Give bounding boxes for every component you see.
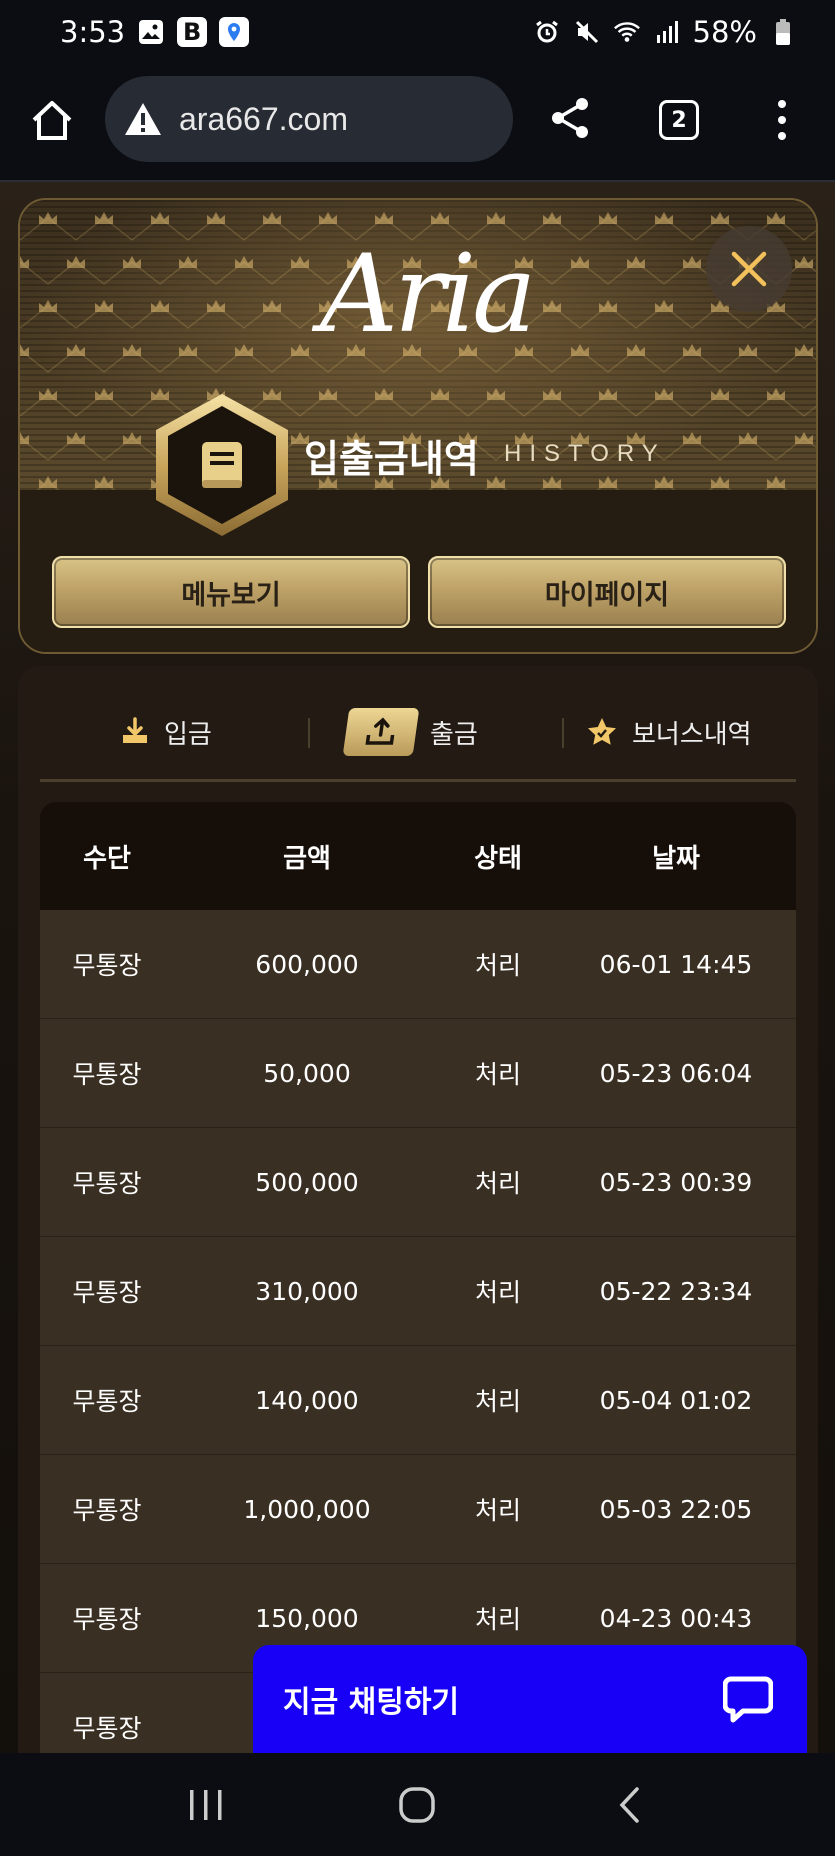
- app-b-icon: B: [177, 17, 208, 47]
- cell-amount: 600,000: [255, 949, 359, 979]
- cell-status: 처리: [474, 1060, 521, 1089]
- cell-status: 처리: [474, 1278, 521, 1307]
- cell-method: 무통장: [72, 1278, 142, 1307]
- cell-method: 무통장: [72, 1060, 142, 1089]
- table-row: 무통장 500,000 처리 05-23 00:39: [40, 1128, 796, 1237]
- tab-deposit-label: 입금: [164, 719, 212, 750]
- cell-date: 05-22 23:34: [599, 1276, 753, 1306]
- recent-apps-icon: [189, 1789, 222, 1820]
- close-button[interactable]: [706, 226, 792, 312]
- cell-status: 처리: [474, 1169, 521, 1198]
- history-tabs: 입금 출금 보너스내역: [40, 686, 796, 782]
- book-icon: [202, 442, 242, 488]
- cell-amount: 500,000: [255, 1167, 359, 1197]
- star-icon: [588, 718, 616, 745]
- cell-method: 무통장: [72, 1496, 142, 1525]
- map-app-icon: [219, 17, 250, 47]
- table-row: 무통장 1,000,000 처리 05-03 22:05: [40, 1455, 796, 1564]
- cell-date: 05-23 00:39: [599, 1167, 753, 1197]
- upload-icon: [342, 708, 420, 756]
- menu-view-button[interactable]: 메뉴보기: [52, 556, 410, 628]
- live-chat-button[interactable]: 지금 채팅하기: [253, 1645, 807, 1753]
- status-bar: 3:53 B 58%: [0, 0, 835, 64]
- tab-bonus-label: 보너스내역: [632, 719, 752, 750]
- cell-method: 무통장: [72, 1387, 142, 1416]
- download-icon: [123, 717, 147, 743]
- header-method: 수단: [83, 843, 131, 874]
- battery-icon: [769, 18, 797, 46]
- cell-status: 처리: [474, 1387, 521, 1416]
- signal-icon: [653, 18, 681, 46]
- mute-icon: [573, 18, 601, 46]
- url-text: ara667.com: [179, 100, 348, 137]
- cell-method: 무통장: [72, 1169, 142, 1198]
- system-home-button[interactable]: [387, 1775, 447, 1835]
- status-left: 3:53 B: [60, 15, 250, 49]
- page-subtitle: HISTORY: [504, 440, 666, 467]
- cell-status: 처리: [474, 1605, 521, 1634]
- table-row: 무통장 600,000 처리 06-01 14:45: [40, 910, 796, 1019]
- home-icon: [32, 101, 72, 140]
- wifi-icon: [613, 18, 641, 46]
- cell-date: 05-04 01:02: [599, 1385, 753, 1415]
- history-panel: 입금 출금 보너스내역 수단 금액 상태 날짜 무통장 600,000 처리 0…: [18, 666, 818, 1753]
- page-content: Aria 입출금내역 HISTORY 메뉴보기 마이페이지 입금 출금 보너스내…: [0, 182, 835, 1753]
- battery-percent: 58%: [692, 15, 757, 49]
- tab-divider: [308, 718, 310, 748]
- table-row: 무통장 140,000 처리 05-04 01:02: [40, 1346, 796, 1455]
- alarm-icon: [533, 18, 561, 46]
- history-badge: [150, 390, 294, 540]
- cell-method: 무통장: [72, 951, 142, 980]
- history-table: 수단 금액 상태 날짜 무통장 600,000 처리 06-01 14:45 무…: [40, 802, 796, 1753]
- header-date: 날짜: [652, 843, 700, 874]
- system-nav-bar: [0, 1753, 835, 1856]
- table-row: 무통장 50,000 처리 05-23 06:04: [40, 1019, 796, 1128]
- cell-amount: 50,000: [263, 1058, 351, 1088]
- status-time: 3:53: [60, 15, 126, 49]
- history-header-panel: Aria 입출금내역 HISTORY 메뉴보기 마이페이지: [18, 198, 818, 654]
- more-vertical-icon: [778, 100, 786, 140]
- home-circle-icon: [399, 1786, 436, 1823]
- chat-bubble-icon: [723, 1676, 773, 1723]
- cell-amount: 140,000: [255, 1385, 359, 1415]
- tab-divider: [562, 718, 564, 748]
- recent-apps-button[interactable]: [176, 1775, 236, 1835]
- cell-date: 05-03 22:05: [599, 1494, 753, 1524]
- cell-amount: 310,000: [255, 1276, 359, 1306]
- cell-status: 처리: [474, 1496, 521, 1525]
- tab-bonus[interactable]: 보너스내역: [586, 704, 752, 760]
- warning-icon[interactable]: [123, 101, 163, 137]
- browser-menu-button[interactable]: [770, 98, 794, 142]
- share-button[interactable]: [548, 96, 592, 140]
- live-chat-label: 지금 채팅하기: [283, 1685, 460, 1720]
- header-amount: 금액: [283, 843, 331, 874]
- mypage-button[interactable]: 마이페이지: [428, 556, 786, 628]
- browser-toolbar: ara667.com 2: [0, 64, 835, 182]
- home-button[interactable]: [30, 98, 74, 142]
- cell-date: 04-23 00:43: [599, 1603, 753, 1633]
- back-chevron-icon: [619, 1786, 639, 1823]
- cell-date: 06-01 14:45: [599, 949, 753, 979]
- tab-deposit[interactable]: 입금: [120, 704, 212, 760]
- cell-amount: 150,000: [255, 1603, 359, 1633]
- tab-withdraw-label: 출금: [430, 719, 478, 750]
- share-icon: [552, 98, 588, 138]
- table-header: 수단 금액 상태 날짜: [40, 802, 796, 910]
- close-icon: [731, 251, 767, 287]
- cell-method: 무통장: [72, 1714, 142, 1743]
- header-status: 상태: [474, 843, 522, 874]
- cell-date: 05-23 06:04: [599, 1058, 753, 1088]
- gallery-icon: [137, 18, 165, 46]
- table-row: 무통장 310,000 처리 05-22 23:34: [40, 1237, 796, 1346]
- cell-status: 처리: [474, 951, 521, 980]
- status-right: 58%: [533, 15, 797, 49]
- back-button[interactable]: [599, 1775, 659, 1835]
- url-bar[interactable]: ara667.com: [105, 76, 513, 162]
- tab-withdraw[interactable]: 출금: [342, 704, 478, 760]
- cell-method: 무통장: [72, 1605, 142, 1634]
- page-title: 입출금내역: [304, 437, 479, 481]
- site-logo: Aria: [320, 232, 537, 357]
- tab-switcher-button[interactable]: 2: [659, 100, 699, 140]
- cell-amount: 1,000,000: [243, 1494, 371, 1524]
